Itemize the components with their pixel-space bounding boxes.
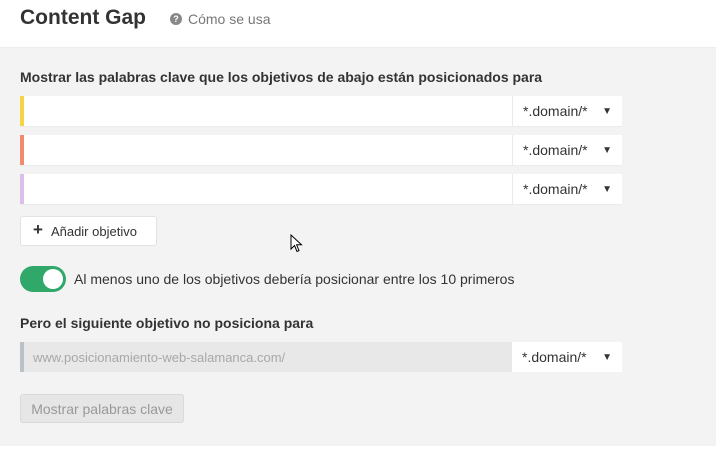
help-link-label: Cómo se usa bbox=[188, 11, 271, 27]
mouse-cursor-icon bbox=[290, 234, 303, 253]
exclude-mode-select[interactable]: *.domain/* ▼ bbox=[512, 342, 622, 372]
question-circle-icon: ? bbox=[170, 13, 182, 25]
target-row-2: *.domain/* ▼ bbox=[20, 135, 622, 165]
exclude-target-row: *.domain/* ▼ bbox=[20, 342, 622, 372]
target-input-3[interactable] bbox=[24, 174, 512, 204]
target-mode-value: *.domain/* bbox=[523, 103, 588, 119]
targets-section-label: Mostrar las palabras clave que los objet… bbox=[20, 69, 543, 85]
top10-toggle-label: Al menos uno de los objetivos debería po… bbox=[74, 271, 515, 287]
caret-down-icon: ▼ bbox=[602, 105, 612, 117]
target-mode-value: *.domain/* bbox=[523, 142, 588, 158]
target-input-2[interactable] bbox=[24, 135, 512, 165]
show-keywords-button[interactable]: Mostrar palabras clave bbox=[20, 394, 184, 423]
exclude-target-input[interactable] bbox=[24, 342, 512, 372]
target-mode-value: *.domain/* bbox=[523, 181, 588, 197]
caret-down-icon: ▼ bbox=[602, 351, 612, 363]
page-header: Content Gap ? Cómo se usa bbox=[0, 0, 716, 48]
help-link[interactable]: ? Cómo se usa bbox=[170, 11, 270, 27]
target-row-3: *.domain/* ▼ bbox=[20, 174, 622, 204]
target-mode-select-3[interactable]: *.domain/* ▼ bbox=[512, 174, 622, 204]
exclude-section-label: Pero el siguiente objetivo no posiciona … bbox=[20, 315, 314, 331]
content-gap-form: Mostrar las palabras clave que los objet… bbox=[0, 48, 716, 446]
target-mode-select-1[interactable]: *.domain/* ▼ bbox=[512, 96, 622, 126]
page-title: Content Gap bbox=[20, 6, 146, 29]
add-target-button[interactable]: + Añadir objetivo bbox=[20, 216, 157, 246]
add-target-label: Añadir objetivo bbox=[50, 223, 137, 239]
target-mode-select-2[interactable]: *.domain/* ▼ bbox=[512, 135, 622, 165]
caret-down-icon: ▼ bbox=[602, 144, 612, 156]
target-row-1: *.domain/* ▼ bbox=[20, 96, 622, 126]
plus-icon: + bbox=[33, 220, 43, 239]
target-input-1[interactable] bbox=[24, 96, 512, 126]
exclude-mode-value: *.domain/* bbox=[522, 349, 587, 365]
caret-down-icon: ▼ bbox=[602, 183, 612, 195]
toggle-knob bbox=[43, 269, 63, 289]
top10-toggle[interactable] bbox=[20, 266, 66, 292]
